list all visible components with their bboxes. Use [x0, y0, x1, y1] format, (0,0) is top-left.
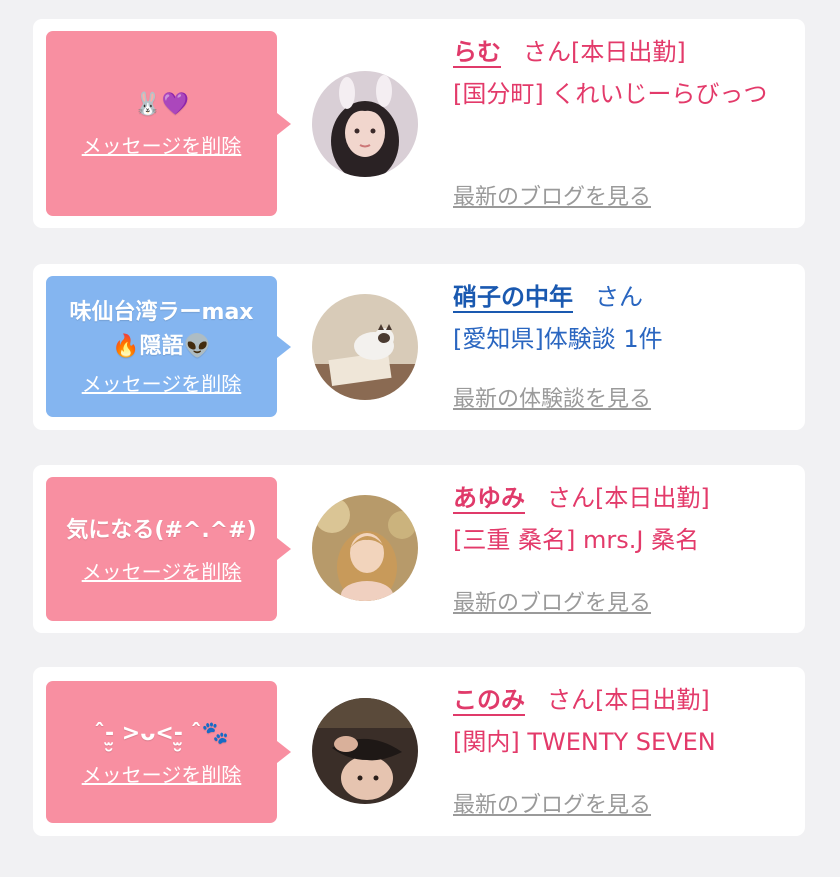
honorific: さん [595, 283, 643, 311]
shop-info: [関内] TWENTY SEVEN [453, 728, 716, 756]
delete-message-link[interactable]: メッセージを削除 [82, 130, 242, 159]
avatar[interactable] [312, 698, 418, 804]
latest-blog-link[interactable]: 最新のブログを見る [453, 585, 651, 617]
status-badge: [本日出勤] [571, 38, 686, 66]
delete-message-link[interactable]: メッセージを削除 [82, 556, 242, 585]
message-list: 🐰💜 メッセージを削除 らむ さん[本日出勤] [国分町] くれいじーらびっつ 最 [0, 0, 840, 877]
delete-message-link[interactable]: メッセージを削除 [82, 368, 242, 397]
profile-name-link[interactable]: 硝子の中年 [453, 283, 573, 311]
profile-info: らむ さん[本日出勤] [国分町] くれいじーらびっつ [453, 31, 789, 115]
message-text: ˆ-̫̮ >ᴗ<-̫̮ ˆ🐾 [94, 720, 229, 746]
experience-info: [愛知県]体験談 1件 [453, 325, 663, 353]
honorific: さん [547, 484, 595, 512]
message-bubble: 🐰💜 メッセージを削除 [46, 31, 291, 216]
latest-blog-link[interactable]: 最新のブログを見る [453, 179, 651, 211]
delete-message-link[interactable]: メッセージを削除 [82, 759, 242, 788]
message-bubble: ˆ-̫̮ >ᴗ<-̫̮ ˆ🐾 メッセージを削除 [46, 681, 291, 823]
message-text: 気になる(#^.^#) [66, 517, 257, 543]
honorific: さん [547, 686, 595, 714]
profile-name-link[interactable]: らむ [453, 38, 501, 66]
avatar[interactable] [312, 495, 418, 601]
message-card: ˆ-̫̮ >ᴗ<-̫̮ ˆ🐾 メッセージを削除 このみ さん[本日出勤] [関内]… [33, 667, 805, 836]
profile-info: 硝子の中年 さん [愛知県]体験談 1件 [453, 276, 789, 360]
avatar[interactable] [312, 294, 418, 400]
message-bubble: 気になる(#^.^#) メッセージを削除 [46, 477, 291, 621]
status-badge: [本日出勤] [595, 686, 710, 714]
message-card: 🐰💜 メッセージを削除 らむ さん[本日出勤] [国分町] くれいじーらびっつ 最 [33, 19, 805, 228]
message-text: 🐰💜 [134, 92, 189, 117]
honorific: さん [523, 38, 571, 66]
profile-info: あゆみ さん[本日出勤] [三重 桑名] mrs.J 桑名 [453, 477, 789, 561]
message-bubble: 味仙台湾ラーmax🔥隠語👽 メッセージを削除 [46, 276, 291, 417]
latest-review-link[interactable]: 最新の体験談を見る [453, 381, 651, 413]
message-card: 味仙台湾ラーmax🔥隠語👽 メッセージを削除 硝子の中年 さん [愛知県]体験談 … [33, 264, 805, 430]
latest-blog-link[interactable]: 最新のブログを見る [453, 787, 651, 819]
profile-info: このみ さん[本日出勤] [関内] TWENTY SEVEN [453, 679, 789, 763]
shop-info: [三重 桑名] mrs.J 桑名 [453, 526, 700, 554]
message-text: 味仙台湾ラーmax🔥隠語👽 [69, 300, 254, 359]
profile-name-link[interactable]: あゆみ [453, 484, 525, 512]
profile-name-link[interactable]: このみ [453, 686, 525, 714]
avatar[interactable] [312, 71, 418, 177]
status-badge: [本日出勤] [595, 484, 710, 512]
shop-info: [国分町] くれいじーらびっつ [453, 80, 768, 108]
message-card: 気になる(#^.^#) メッセージを削除 あゆみ さん[本日出勤] [三重 桑名]… [33, 465, 805, 633]
